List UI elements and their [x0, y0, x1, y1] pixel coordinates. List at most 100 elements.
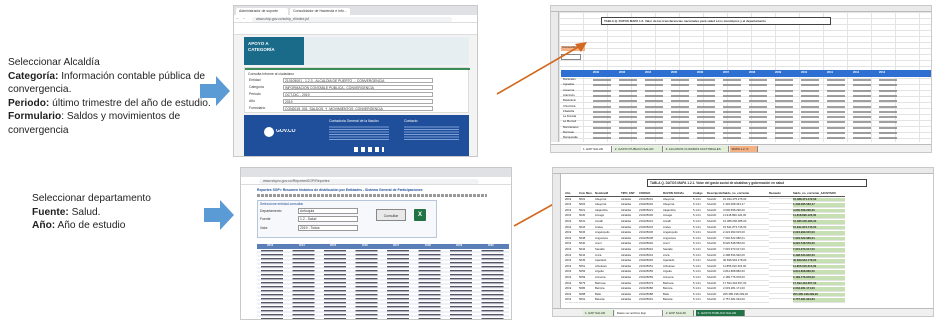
form-row-select[interactable]: CGN2015_001_SALDOS_Y_MOVIMIENTOS_CONVERG…	[283, 105, 433, 111]
table-cell	[769, 270, 793, 272]
table-cell: 210105030	[639, 214, 663, 219]
table-cell: 15.488.471.472,00	[793, 197, 845, 203]
sispro-browser-screenshot: www.sispro.gov.co/ReportesSGP/Reportes R…	[240, 167, 512, 320]
table-cell: 210105040	[639, 242, 663, 247]
table-cell: Alcaldía	[621, 293, 639, 298]
table-cell: Andes	[595, 226, 621, 231]
table-cell: SALUD	[707, 242, 723, 247]
excel-transfers-screenshot: TABLA Q. DATOS MAPA 1.2. Valor de las tr…	[550, 5, 932, 153]
source-label-field: Fuente	[260, 217, 271, 221]
table-cell: 2.757.481.934,00	[723, 298, 769, 303]
table-cell: 40.839.964.178,00	[723, 259, 769, 264]
excel-export-icon[interactable]: X	[414, 209, 426, 221]
table-cell	[769, 236, 793, 238]
forward-icon[interactable]: →	[242, 16, 245, 20]
table-cell: 5030	[579, 214, 595, 219]
table-cell: Belmira	[663, 287, 693, 292]
table-cell: SALUD	[707, 270, 723, 275]
row-municipality: Belalcázar	[563, 99, 577, 103]
row-values	[593, 89, 901, 92]
years-header-row	[561, 70, 931, 77]
table-cell: 3.841.808.882,00	[793, 270, 845, 275]
blue-arrow-bottom-icon	[204, 200, 234, 230]
table-header-cell: Saldo_no_corriente	[723, 192, 769, 197]
category-label: Categoría:	[8, 70, 59, 82]
table-cell: Angelópolis	[663, 231, 693, 236]
row-municipality: Manzanares	[563, 125, 579, 129]
sheet-tab-item[interactable]: 1. EXP SALUD	[581, 146, 612, 152]
dept-select[interactable]: Antioquia	[298, 208, 358, 214]
table-cell: 5079	[579, 282, 595, 287]
year-select[interactable]: 2019 - Todos	[298, 225, 358, 231]
browser-tab-2[interactable]: Consolidador de Hacienda e Info...	[290, 8, 350, 15]
sheet-tab-item[interactable]: 2. GASTO PUBLICO SALUD	[612, 146, 663, 152]
table-cell: 2019	[565, 220, 579, 225]
sheet-tab-item[interactable]: Datos ver archivo Exp	[614, 310, 663, 316]
consult-button[interactable]: Consultar	[376, 209, 406, 221]
row-municipality: La Dorada	[563, 115, 577, 119]
year-header-cell: 2007	[723, 71, 730, 74]
table-header-cell: Año	[565, 192, 579, 197]
table-cell: 7.902.522.980,01	[723, 237, 769, 242]
source-select[interactable]: 1.2 - Salud	[298, 216, 358, 222]
table-cell: 2019	[565, 276, 579, 281]
form-row-label: Entidad	[249, 78, 261, 82]
footer-logo-text: GOV.CO	[276, 129, 296, 134]
table-cell: 3.630.658.290,00	[723, 209, 769, 214]
table-cell: Argelia	[595, 270, 621, 275]
row-values	[593, 100, 901, 103]
table-cell: 10.385.000.085,00	[723, 220, 769, 225]
table-cell: Alcaldía	[621, 209, 639, 214]
table-cell: Bello	[595, 293, 621, 298]
table-cell: Angostura	[663, 237, 693, 242]
sheet-tab-item[interactable]: MAPA 1.2. S	[729, 146, 759, 152]
year-header-cell: 2004	[645, 71, 652, 74]
table-cell: 2019	[565, 254, 579, 259]
table-cell: 17.594.404.657,00	[793, 281, 845, 287]
sgp-year-header: 2020	[487, 244, 494, 247]
table-cell: 5038	[579, 237, 595, 242]
table-cell	[769, 276, 793, 277]
table-cell	[769, 203, 793, 205]
table-cell: 210105038	[639, 237, 663, 242]
sheet-tab-item[interactable]: 3. ALGUNOS CUADROS FACTORIALES	[663, 146, 729, 152]
year-header-cell: 2008	[749, 71, 756, 74]
url-field-2[interactable]: www.sispro.gov.co/ReportesSGP/Reportes	[259, 178, 479, 184]
table-cell: 2019	[565, 242, 579, 247]
table-cell: Anzá	[663, 254, 693, 259]
table-cell: 5.1.01	[693, 270, 707, 275]
row-values	[593, 116, 901, 119]
table-cell: SALUD	[707, 203, 723, 208]
table-cell: 5.1.01	[693, 282, 707, 287]
footer-social-icons[interactable]	[354, 147, 384, 152]
browser-tab-1[interactable]: Administrador de soporte	[236, 8, 288, 15]
sgp-table-text-texture	[257, 249, 509, 319]
table-cell	[769, 264, 793, 266]
sheet-tab-item[interactable]: 3. GASTO PUBLICO SALUD	[695, 310, 746, 316]
table-cell: 5.1.01	[693, 259, 707, 264]
table-cell: SALUD	[707, 282, 723, 287]
table-cell: 5042	[579, 248, 595, 253]
form-row-select[interactable]: INFORMACIÓN CONTABLE PÚBLICA - CONVERGEN…	[283, 84, 433, 90]
form-row-select[interactable]: 210105001 - 1.2.3 - ALCALDÍA DE PUERTO .…	[283, 77, 433, 83]
table-cell: 5040	[579, 242, 595, 247]
table-cell: SALUD	[707, 214, 723, 219]
table-cell: Alejandría	[663, 209, 693, 214]
table-cell: SALUD	[707, 237, 723, 242]
table-cell: Alcaldía	[621, 226, 639, 231]
form-row-select[interactable]: 2019	[283, 98, 433, 104]
table-cell: 210105088	[639, 293, 663, 298]
table-cell: 210405034	[639, 226, 663, 231]
table-cell: SALUD	[707, 265, 723, 270]
row-municipality: La Merced	[563, 120, 577, 124]
table-cell: 5021	[579, 209, 595, 214]
sheet-tab-item[interactable]: 2. EXP SALUD	[663, 310, 695, 316]
table-cell: Santafé	[595, 248, 621, 253]
sheet-tab-item[interactable]: 1. EXP SALUD	[583, 310, 614, 316]
table-cell: Alcaldía	[621, 282, 639, 287]
table-cell: Barbosa	[663, 282, 693, 287]
url-field[interactable]: www.chip.gov.co/schip_rt/index.jsf	[252, 16, 452, 22]
back-icon[interactable]: ←	[236, 16, 239, 20]
table-cell: Alcaldía	[621, 242, 639, 247]
form-row-select[interactable]: OCT-DIC - 2019	[283, 91, 433, 97]
